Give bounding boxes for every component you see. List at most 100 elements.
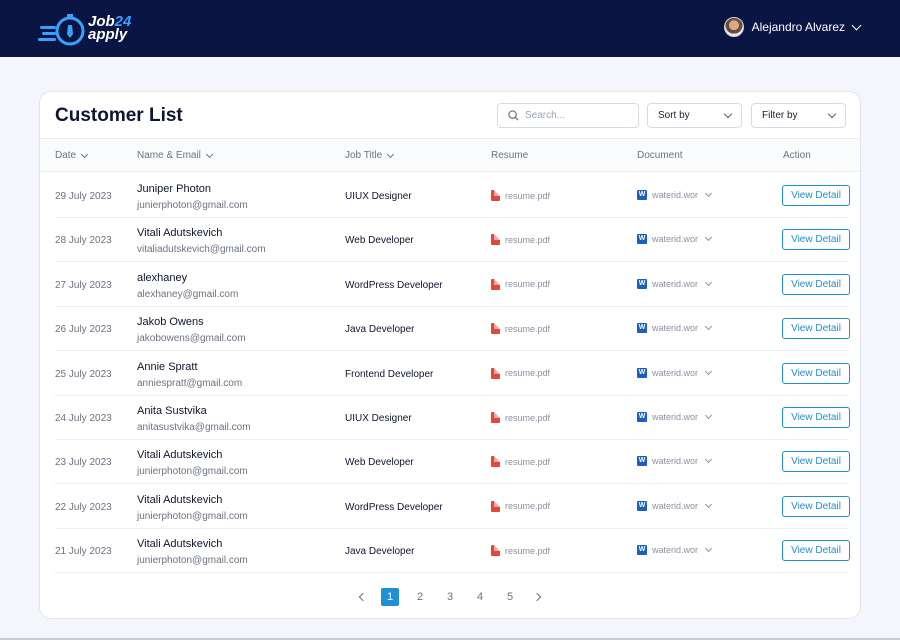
pdf-file-icon: [491, 234, 500, 246]
chevron-down-icon: [827, 109, 837, 118]
resume-link[interactable]: resume.pdf: [491, 412, 550, 423]
document-filename: waterid.wor: [652, 323, 699, 334]
document-dropdown[interactable]: Wwaterid.wor: [637, 323, 713, 334]
filter-by-dropdown[interactable]: Filter by: [751, 103, 846, 128]
document-dropdown[interactable]: Wwaterid.wor: [637, 278, 713, 289]
resume-link[interactable]: resume.pdf: [491, 545, 550, 557]
table-header: Date Name & Email Job Title Resume Docum…: [40, 138, 860, 172]
view-detail-button[interactable]: View Detail: [782, 451, 850, 473]
resume-link[interactable]: resume.pdf: [491, 234, 550, 246]
chevron-down-icon: [851, 20, 862, 30]
resume-link[interactable]: resume.pdf: [491, 278, 551, 290]
chevron-left-icon[interactable]: [358, 592, 368, 602]
user-name: Alejandro Alvarez: [751, 20, 845, 34]
row-date: 22 July 2023: [55, 501, 112, 513]
row-name: Vitali Adutskevich: [137, 493, 223, 506]
document-filename: waterid.wor: [652, 456, 699, 467]
view-detail-button[interactable]: View Detail: [782, 318, 850, 340]
document-filename: waterid.wor: [652, 367, 699, 378]
document-dropdown[interactable]: Wwaterid.wor: [637, 234, 713, 245]
page-4-button[interactable]: 4: [471, 588, 489, 606]
page-1-button[interactable]: 1: [381, 588, 399, 606]
word-file-icon: W: [637, 323, 647, 334]
chevron-down-icon: [704, 323, 713, 331]
header-name-email[interactable]: Name & Email: [137, 150, 213, 161]
row-job-title: Java Developer: [345, 324, 415, 336]
view-detail-button[interactable]: View Detail: [782, 540, 850, 562]
word-file-icon: W: [637, 190, 647, 200]
document-dropdown[interactable]: Wwaterid.wor: [637, 500, 713, 511]
table-row: 21 July 2023 Vitali Adutskevich junierphot…: [55, 529, 850, 574]
search-icon: [508, 110, 519, 121]
document-dropdown[interactable]: Wwaterid.wor: [637, 456, 713, 467]
user-menu[interactable]: Alejandro Alvarez: [723, 17, 862, 37]
header-resume-label: Resume: [491, 150, 529, 161]
row-email: vitaliadutskevich@gmail.com: [137, 244, 266, 256]
chevron-down-icon: [704, 456, 713, 464]
header-job-label: Job Title: [345, 150, 383, 161]
row-name: Annie Spratt: [137, 360, 198, 373]
row-date: 25 July 2023: [55, 368, 112, 380]
page-3-button[interactable]: 3: [441, 588, 459, 606]
chevron-down-icon: [704, 234, 713, 242]
row-date: 28 July 2023: [55, 235, 112, 247]
document-filename: waterid.wor: [652, 278, 699, 289]
pdf-file-icon: [491, 500, 500, 512]
header-document-label: Document: [637, 150, 683, 161]
search-input[interactable]: Search...: [497, 103, 639, 128]
page-2-button[interactable]: 2: [411, 588, 429, 606]
resume-link[interactable]: resume.pdf: [491, 500, 550, 512]
row-date: 24 July 2023: [55, 413, 112, 424]
chevron-down-icon: [704, 500, 713, 508]
document-dropdown[interactable]: Wwaterid.wor: [637, 367, 713, 378]
job24apply-logo[interactable]: Job24 apply: [38, 11, 138, 49]
page-5-button[interactable]: 5: [501, 588, 519, 606]
view-detail-button[interactable]: View Detail: [782, 407, 850, 428]
view-detail-button[interactable]: View Detail: [782, 185, 850, 206]
chevron-down-icon: [704, 278, 713, 286]
pagination: 1 2 3 4 5: [40, 588, 860, 608]
view-detail-button[interactable]: View Detail: [782, 362, 850, 384]
chevron-down-icon: [81, 150, 89, 158]
sort-by-dropdown[interactable]: Sort by: [647, 103, 742, 128]
header-job-title[interactable]: Job Title: [345, 150, 395, 161]
resume-link[interactable]: resume.pdf: [491, 367, 551, 379]
table-row: 26 July 2023 Jakob Owens jakobowens@gmail.…: [55, 307, 850, 352]
header-date[interactable]: Date: [55, 150, 89, 161]
table-row: 23 July 2023 Vitali Adutskevich junierphot…: [55, 440, 850, 485]
document-dropdown[interactable]: Wwaterid.wor: [637, 411, 713, 422]
avatar: [723, 17, 744, 37]
chevron-right-icon[interactable]: [532, 592, 542, 602]
row-name: Vitali Adutskevich: [137, 538, 223, 551]
row-date: 27 July 2023: [55, 279, 112, 291]
chevron-down-icon: [205, 150, 213, 158]
chevron-down-icon: [704, 189, 713, 198]
resume-filename: resume.pdf: [505, 190, 551, 201]
document-dropdown[interactable]: Wwaterid.wor: [637, 545, 713, 556]
resume-filename: resume.pdf: [505, 368, 551, 379]
row-name: alexhaney: [137, 271, 188, 284]
resume-filename: resume.pdf: [505, 279, 551, 290]
word-file-icon: W: [637, 456, 647, 467]
chevron-down-icon: [387, 150, 395, 158]
row-date: 29 July 2023: [55, 191, 112, 202]
view-detail-button[interactable]: View Detail: [782, 495, 850, 517]
word-file-icon: W: [637, 545, 647, 556]
row-job-title: UIUX Designer: [345, 413, 412, 424]
row-job-title: Frontend Developer: [345, 368, 434, 380]
resume-filename: resume.pdf: [505, 456, 551, 467]
view-detail-button[interactable]: View Detail: [782, 229, 850, 251]
view-detail-button[interactable]: View Detail: [782, 273, 850, 295]
resume-link[interactable]: resume.pdf: [491, 323, 550, 335]
document-dropdown[interactable]: Wwaterid.wor: [637, 189, 713, 200]
row-name: Vitali Adutskevich: [137, 449, 223, 462]
document-filename: waterid.wor: [652, 412, 699, 422]
page-title: Customer List: [55, 105, 183, 126]
row-job-title: Web Developer: [345, 457, 414, 469]
row-job-title: WordPress Developer: [345, 279, 443, 291]
row-date: 26 July 2023: [55, 324, 112, 336]
resume-link[interactable]: resume.pdf: [491, 456, 551, 468]
row-name: Jakob Owens: [137, 316, 204, 329]
resume-link[interactable]: resume.pdf: [491, 190, 550, 201]
document-filename: waterid.wor: [652, 234, 699, 245]
